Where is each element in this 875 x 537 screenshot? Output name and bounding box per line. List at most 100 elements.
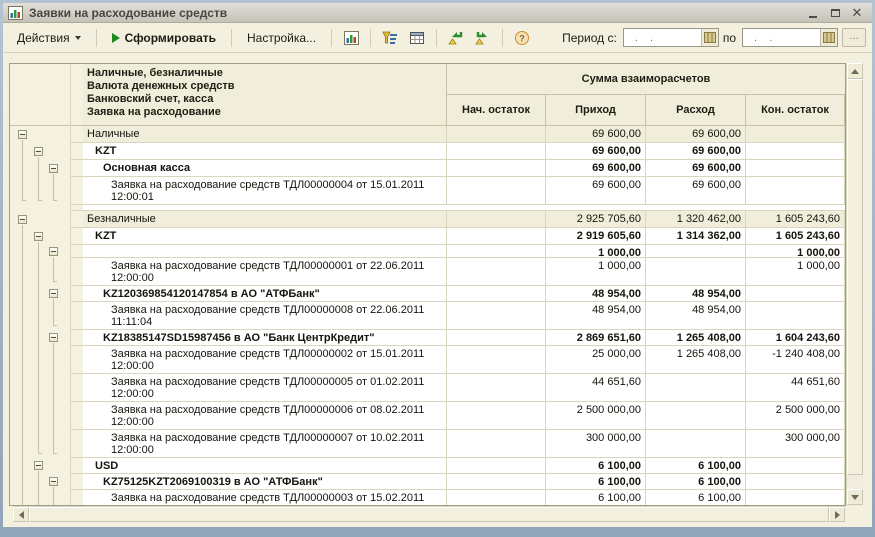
- cell-income: 2 919 605,60: [546, 228, 646, 245]
- cell-income: 6 100,00: [546, 458, 646, 474]
- table-row[interactable]: Безналичные2 925 705,601 320 462,001 605…: [83, 211, 845, 228]
- period-from-input[interactable]: . .: [623, 28, 719, 47]
- tree-gutter-header: [10, 64, 83, 126]
- row-header-separator: [70, 429, 83, 430]
- tree-expander[interactable]: [49, 164, 58, 173]
- cell-opening-balance: [447, 160, 546, 177]
- row-header-separator: [70, 373, 83, 374]
- tree-gutter: [10, 64, 83, 505]
- table-row[interactable]: KZ75125KZT2069100319 в АО "АТФБанк"6 100…: [83, 474, 845, 490]
- tree-expander[interactable]: [49, 477, 58, 486]
- period-to-calendar-button[interactable]: [820, 29, 837, 46]
- minimize-button[interactable]: [806, 6, 820, 20]
- cell-closing-balance: [746, 474, 845, 490]
- cell-expense: [646, 374, 746, 402]
- calendar-icon: [704, 32, 716, 43]
- cell-description: Заявка на расходование средств ТДЛ000000…: [83, 402, 447, 430]
- cell-description: KZ120369854120147854 в АО "АТФБанк": [83, 286, 447, 302]
- table-row[interactable]: Заявка на расходование средств ТДЛ000000…: [83, 302, 845, 330]
- title-bar[interactable]: Заявки на расходование средств ✕: [3, 3, 872, 23]
- cell-expense: 1 320 462,00: [646, 211, 746, 228]
- row-header-separator: [70, 285, 83, 286]
- table-row[interactable]: Наличные69 600,0069 600,00: [83, 126, 845, 143]
- table-row[interactable]: USD6 100,006 100,00: [83, 458, 845, 474]
- collapse-groups-button[interactable]: [444, 27, 468, 49]
- generate-button[interactable]: Сформировать: [104, 27, 224, 49]
- generate-label: Сформировать: [125, 31, 216, 45]
- cell-closing-balance: [746, 143, 845, 160]
- scroll-right-button[interactable]: [829, 507, 845, 522]
- tree-expander[interactable]: [34, 232, 43, 241]
- arrow-up-icon: [851, 69, 859, 74]
- filter-settings-button[interactable]: [378, 27, 402, 49]
- table-row[interactable]: Основная касса69 600,0069 600,00: [83, 160, 845, 177]
- expand-groups-button[interactable]: [471, 27, 495, 49]
- column-header-closing-balance: Кон. остаток: [746, 95, 845, 126]
- table-row[interactable]: Заявка на расходование средств ТДЛ000000…: [83, 402, 845, 430]
- cell-closing-balance: 300 000,00: [746, 430, 845, 458]
- horizontal-scroll-thumb[interactable]: [29, 507, 829, 522]
- period-from-calendar-button[interactable]: [701, 29, 718, 46]
- close-button[interactable]: ✕: [850, 6, 864, 20]
- tree-connector-line: [22, 225, 23, 505]
- scroll-down-button[interactable]: [847, 489, 863, 505]
- cell-closing-balance: [746, 286, 845, 302]
- toolbar-separator: [370, 29, 371, 47]
- table-row[interactable]: Заявка на расходование средств ТДЛ000000…: [83, 258, 845, 286]
- column-header-description: Наличные, безналичные Валюта денежных ср…: [83, 64, 447, 126]
- vertical-scrollbar[interactable]: [846, 63, 863, 506]
- table-row[interactable]: Заявка на расходование средств ТДЛ000000…: [83, 430, 845, 458]
- tree-connector-line: [22, 140, 23, 200]
- table-row[interactable]: KZ18385147SD15987456 в АО "Банк ЦентрКре…: [83, 330, 845, 346]
- vertical-scroll-thumb[interactable]: [847, 79, 863, 475]
- tree-expander[interactable]: [34, 461, 43, 470]
- cell-expense: 69 600,00: [646, 160, 746, 177]
- cell-expense: 48 954,00: [646, 302, 746, 330]
- row-header-separator: [70, 210, 83, 211]
- tree-connector-line: [53, 299, 54, 325]
- tree-connector-line: [38, 242, 39, 453]
- tree-expander[interactable]: [49, 247, 58, 256]
- cell-opening-balance: [447, 330, 546, 346]
- cell-description: Заявка на расходование средств ТДЛ000000…: [83, 302, 447, 330]
- report-grid[interactable]: Наличные69 600,0069 600,00KZT69 600,0069…: [83, 126, 845, 505]
- table-row[interactable]: KZT2 919 605,601 314 362,001 605 243,60: [83, 228, 845, 245]
- table-row[interactable]: Заявка на расходование средств ТДЛ000000…: [83, 177, 845, 205]
- row-header-separator: [70, 345, 83, 346]
- tree-expander[interactable]: [49, 289, 58, 298]
- period-to-input[interactable]: . .: [742, 28, 838, 47]
- report-button[interactable]: [339, 27, 363, 49]
- minus-icon: [20, 134, 25, 135]
- collapse-groups-icon: [448, 30, 464, 45]
- tree-expander[interactable]: [18, 215, 27, 224]
- row-header-separator: [70, 142, 83, 143]
- period-more-button[interactable]: ...: [842, 28, 866, 47]
- table-row[interactable]: Заявка на расходование средств ТДЛ000000…: [83, 374, 845, 402]
- table-row[interactable]: Заявка на расходование средств ТДЛ000000…: [83, 490, 845, 505]
- cell-closing-balance: 1 000,00: [746, 245, 845, 258]
- tree-expander[interactable]: [18, 130, 27, 139]
- cell-income: 6 100,00: [546, 490, 646, 505]
- table-row[interactable]: Заявка на расходование средств ТДЛ000000…: [83, 346, 845, 374]
- tree-expander[interactable]: [49, 333, 58, 342]
- cell-expense: 6 100,00: [646, 490, 746, 505]
- cell-expense: 69 600,00: [646, 143, 746, 160]
- horizontal-scrollbar[interactable]: [13, 506, 845, 522]
- table-row[interactable]: 1 000,001 000,00: [83, 245, 845, 258]
- row-header-separator: [70, 489, 83, 490]
- table-row[interactable]: KZ120369854120147854 в АО "АТФБанк"48 95…: [83, 286, 845, 302]
- row-header-separator: [70, 257, 83, 258]
- cell-closing-balance: [746, 302, 845, 330]
- table-row[interactable]: KZT69 600,0069 600,00: [83, 143, 845, 160]
- table-settings-button[interactable]: [405, 27, 429, 49]
- actions-button[interactable]: Действия: [9, 27, 89, 49]
- cell-description: Заявка на расходование средств ТДЛ000000…: [83, 177, 447, 205]
- settings-button[interactable]: Настройка...: [239, 27, 324, 49]
- minus-icon: [51, 481, 56, 482]
- help-button[interactable]: ?: [510, 27, 534, 49]
- scroll-left-button[interactable]: [13, 507, 29, 522]
- cell-expense: [646, 245, 746, 258]
- tree-expander[interactable]: [34, 147, 43, 156]
- maximize-button[interactable]: [828, 6, 842, 20]
- scroll-up-button[interactable]: [847, 63, 863, 79]
